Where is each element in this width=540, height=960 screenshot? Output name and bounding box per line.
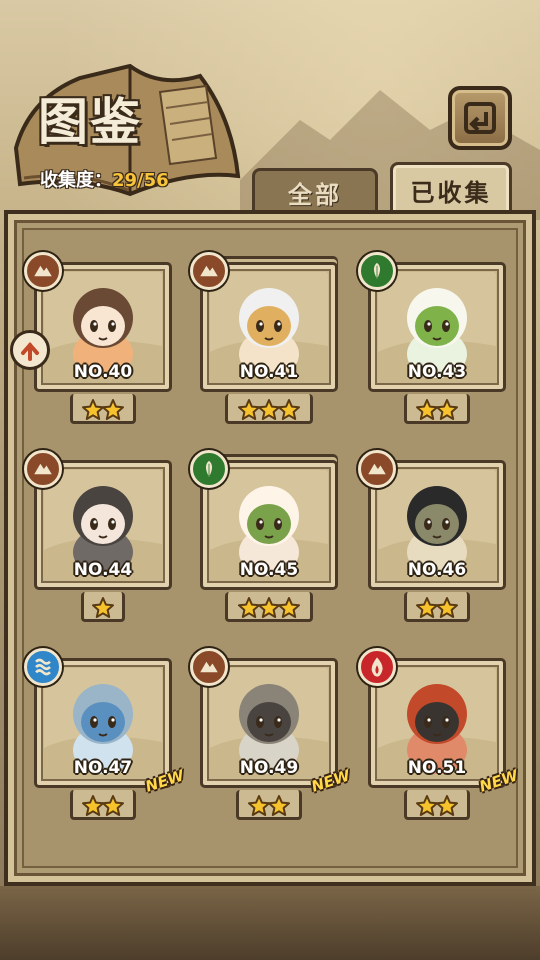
page-title: 图鉴 xyxy=(38,92,142,151)
back-return-icon xyxy=(464,102,496,134)
star-icon xyxy=(436,795,458,816)
water-element-icon xyxy=(24,648,62,686)
star-rating xyxy=(200,794,338,822)
bottom-decoration xyxy=(0,886,540,960)
star-rating xyxy=(200,596,338,624)
card-number: NO.40 xyxy=(73,362,133,382)
collection-progress: 收集度：29/56 xyxy=(40,166,169,192)
star-rating xyxy=(200,398,338,426)
collection-value: 29/56 xyxy=(112,170,169,191)
earth-element-icon xyxy=(190,648,228,686)
star-rating xyxy=(34,596,172,624)
card-number: NO.41 xyxy=(239,362,299,382)
monster-card[interactable]: NO.49 NEW xyxy=(190,648,352,820)
side-scroll-button[interactable] xyxy=(10,330,50,370)
collection-label: 收集度： xyxy=(40,170,112,191)
monster-card[interactable]: NO.51 NEW xyxy=(358,648,520,820)
star-icon xyxy=(436,597,458,618)
monster-card[interactable]: NO.44 xyxy=(24,450,172,622)
card-number: NO.45 xyxy=(239,560,299,580)
nature-element-icon xyxy=(190,450,228,488)
monster-card[interactable]: NO.43 xyxy=(358,252,506,424)
star-rating xyxy=(368,794,506,822)
monster-card[interactable]: NO.40 xyxy=(24,252,172,424)
tab-collected[interactable]: 已收集 xyxy=(390,162,512,216)
back-button[interactable] xyxy=(448,86,512,150)
earth-element-icon xyxy=(24,450,62,488)
earth-element-icon xyxy=(358,450,396,488)
earth-element-icon xyxy=(190,252,228,290)
star-icon xyxy=(92,597,114,618)
star-icon xyxy=(102,399,124,420)
card-number: NO.46 xyxy=(407,560,467,580)
star-icon xyxy=(278,399,300,420)
star-rating xyxy=(34,398,172,426)
nature-element-icon xyxy=(358,252,396,290)
star-rating xyxy=(368,596,506,624)
star-rating xyxy=(34,794,172,822)
fire-element-icon xyxy=(358,648,396,686)
star-icon xyxy=(436,399,458,420)
card-number: NO.44 xyxy=(73,560,133,580)
monster-card[interactable]: NO.45 xyxy=(190,450,338,622)
monster-card[interactable]: NO.47 NEW xyxy=(24,648,186,820)
monster-card[interactable]: NO.41 xyxy=(190,252,338,424)
monster-card[interactable]: NO.46 xyxy=(358,450,506,622)
star-rating xyxy=(368,398,506,426)
tab-all[interactable]: 全部 xyxy=(252,168,378,214)
star-icon xyxy=(102,795,124,816)
earth-element-icon xyxy=(24,252,62,290)
star-icon xyxy=(268,795,290,816)
star-icon xyxy=(278,597,300,618)
card-number: NO.43 xyxy=(407,362,467,382)
side-arrow-icon xyxy=(21,341,39,361)
